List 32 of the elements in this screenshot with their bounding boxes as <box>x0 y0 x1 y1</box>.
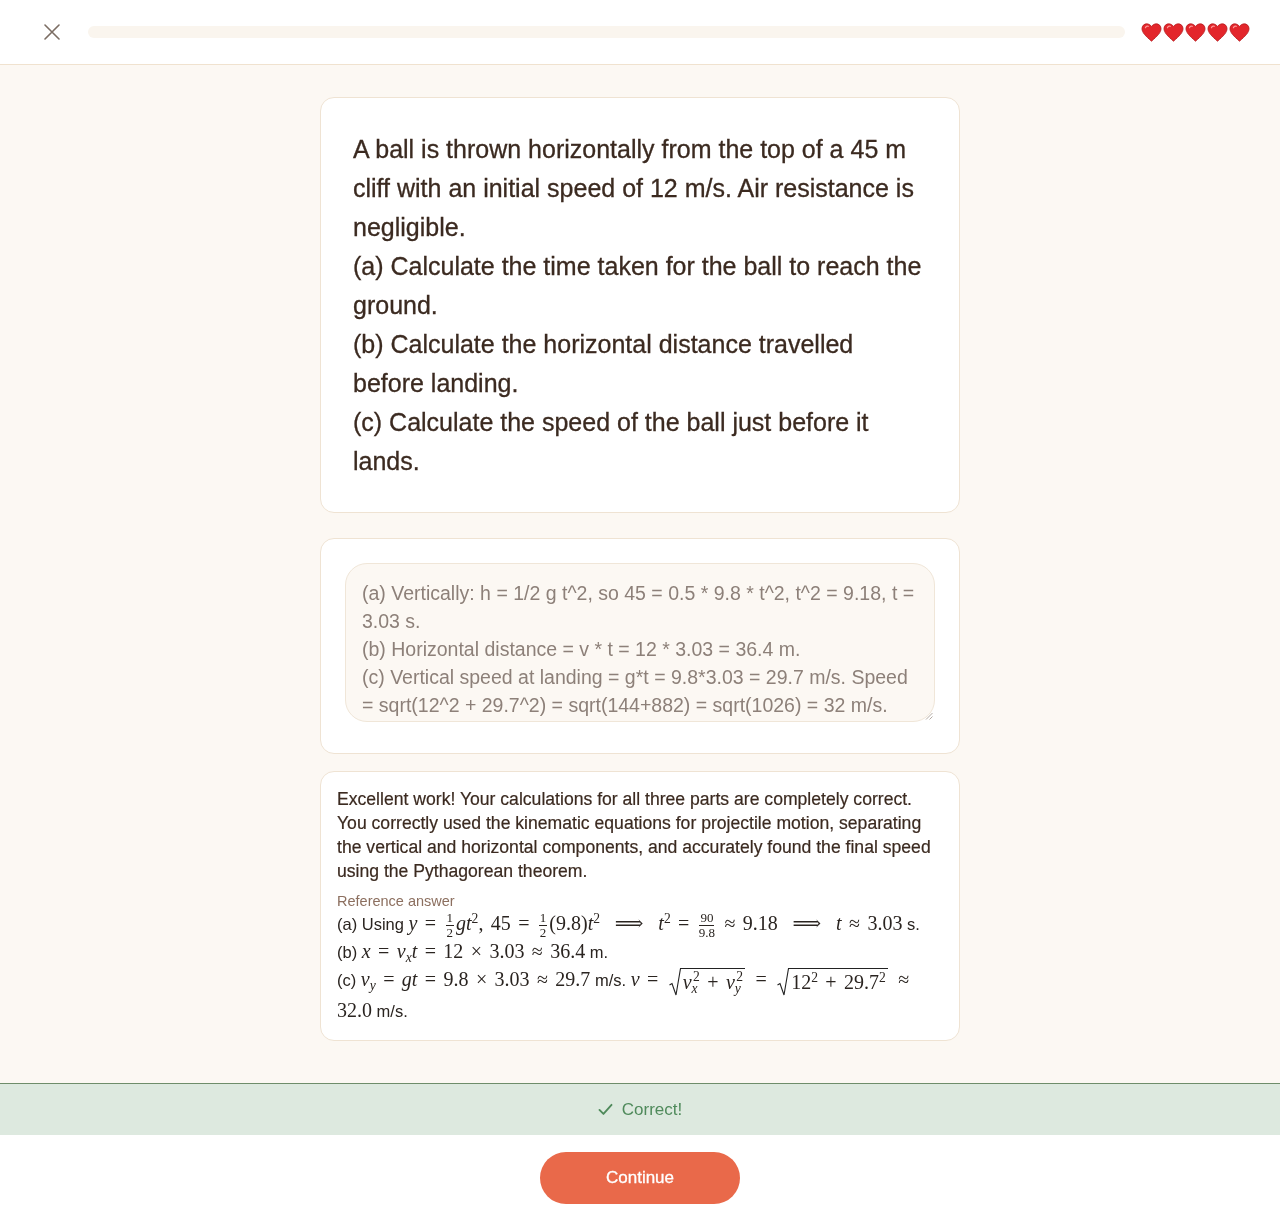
radical-sign-icon <box>777 967 790 996</box>
fraction: 90 9.8 <box>698 912 716 940</box>
fraction: 1 2 <box>538 912 548 940</box>
reference-text: s. <box>906 915 920 933</box>
math-expression: x = v$_{x}$t = 12 × 3.03 ≈ 36.4 <box>361 940 586 963</box>
radical-sign-icon <box>668 967 681 996</box>
reference-text: (a) Using <box>337 915 405 933</box>
fraction: 1 2 <box>445 912 454 940</box>
resize-handle-icon[interactable] <box>925 712 933 720</box>
reference-text: m/s. <box>593 971 628 990</box>
math-expression: 12$^{2}$ + 29.7$^{2}$ <box>789 967 888 996</box>
math-expression: ≈ 9.18 ⟹ t ≈ 3.03 <box>723 912 903 934</box>
math-expression: (9.8)t$^{2}$ ⟹ t$^{2}$ = <box>549 912 691 934</box>
math-expression: v = <box>630 968 660 991</box>
question-text: A ball is thrown horizontally from the top of a 45 m cliff with an initial speed of 12 m/s. Air resistance is negligible. (a) Calculate the time taken for the ball to reach the ground. (b) Calculate the horizontal distance travelled before landing. (c) Calculate the speed of the ball just before it lands. <box>353 134 923 477</box>
reference-text: m. <box>588 943 609 962</box>
continue-button[interactable]: Continue <box>540 1152 740 1204</box>
math-expression: ≈ <box>897 968 911 991</box>
answer-field[interactable]: (a) Vertically: h = 1/2 g t^2, so 45 = 0.5 * 9.8 * t^2, t^2 = 9.18, t = 3.03 s. (b) Horizontal distance = v * t = 12 * 3.03 = 36.4 m. (c) Vertical speed at landing = g*t = 9.8*3.03 = 29.7 m/s. Speed = sqrt(12^2 + 29.7^2) = sqrt(144+882) = sqrt(1026) = 32 m/s. <box>345 563 935 722</box>
reference-text: m/s. <box>375 1001 408 1020</box>
math-expression: gt$^{2}$, 45 = <box>456 912 531 934</box>
math-expression: y = <box>408 912 438 934</box>
close-icon <box>44 24 60 40</box>
math-expression: 32.0 <box>337 998 372 1021</box>
reference-text: (c) <box>337 971 358 990</box>
math-expression: v$_{y}$ = gt = 9.8 × 3.03 ≈ 29.7 <box>360 968 591 991</box>
result-label: Correct! <box>621 1099 683 1120</box>
reference-label: Reference answer <box>337 892 456 911</box>
reference-text: (b) <box>337 943 359 962</box>
check-icon <box>597 1103 613 1116</box>
math-expression: = <box>754 968 768 991</box>
feedback-text: Excellent work! Your calculations for all three parts are completely correct. You correctly used the kinematic equations for projectile motion, separating the vertical and horizontal components, and accurately found the final speed using the Pythagorean theorem. <box>337 788 932 883</box>
